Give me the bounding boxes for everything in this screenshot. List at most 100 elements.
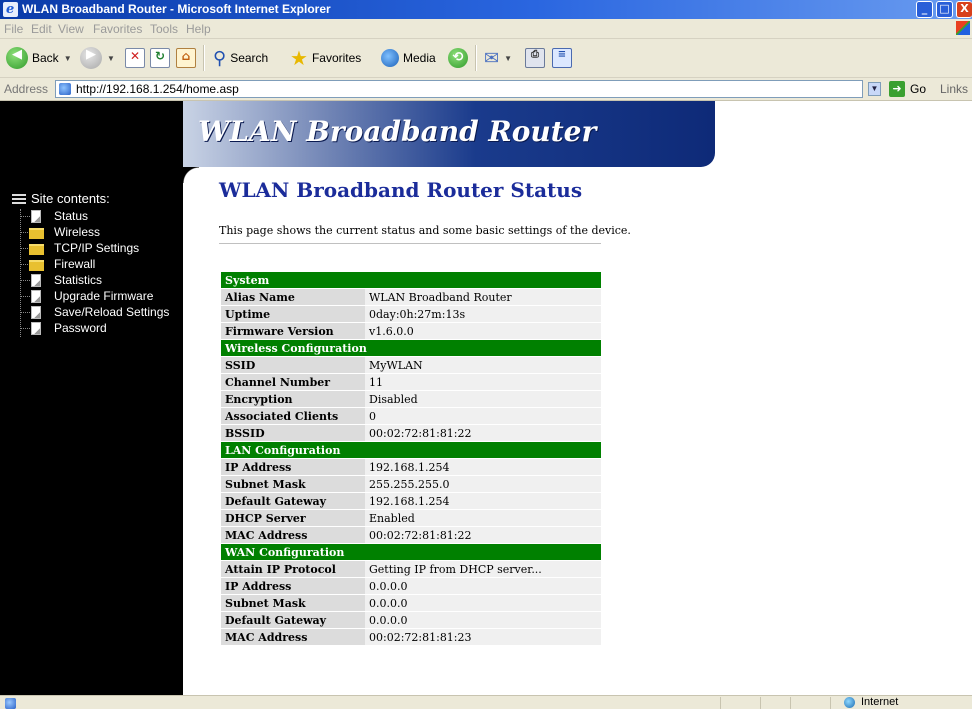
banner-corner [183,167,199,183]
row-value: 0.0.0.0 [365,595,601,611]
table-row: MAC Address 00:02:72:81:81:23 [221,629,601,645]
go-arrow-icon: ➜ [889,81,905,97]
section-header-lan: LAN Configuration [221,442,601,458]
row-value: v1.6.0.0 [365,323,601,339]
row-label: Alias Name [221,289,365,305]
sidebar-item-label: Status [54,209,89,223]
row-label: Default Gateway [221,612,365,628]
table-row: Firmware Version v1.6.0.0 [221,323,601,339]
sidebar-item-label: Save/Reload Settings [54,305,170,319]
back-label: Back [32,51,59,65]
menu-tools[interactable]: Tools [150,22,178,36]
sidebar-item-label: Password [54,321,107,335]
banner-title: WLAN Broadband Router [198,115,597,148]
tree-root-icon [12,194,26,204]
menu-bar: File Edit View Favorites Tools Help [0,19,972,39]
media-label: Media [403,51,436,65]
row-value: Getting IP from DHCP server... [365,561,601,577]
row-value: Enabled [365,510,601,526]
refresh-button[interactable]: ↻ [150,45,170,71]
row-value: 00:02:72:81:81:23 [365,629,601,645]
forward-button[interactable]: ▶ ▼ [80,45,115,71]
table-row: DHCP Server Enabled [221,510,601,526]
statusbar-divider [760,697,761,709]
security-zone: Internet [838,696,898,708]
table-row: BSSID 00:02:72:81:81:22 [221,425,601,441]
favorites-button[interactable]: ★ Favorites [290,45,361,71]
document-icon [31,290,41,303]
folder-icon [29,228,44,239]
back-dropdown-icon[interactable]: ▼ [64,54,72,63]
stop-button[interactable]: ✕ [125,45,145,71]
go-label: Go [910,82,927,96]
history-button[interactable]: ⟲ [448,45,468,71]
back-button[interactable]: ◀ Back ▼ [6,45,72,71]
mail-dropdown-icon[interactable]: ▼ [504,54,512,63]
search-button[interactable]: ⚲ Search [213,45,268,71]
table-row: Alias Name WLAN Broadband Router [221,289,601,305]
ie-logo-icon: e [3,2,18,17]
statusbar-divider [720,697,721,709]
tree-connector [20,209,21,337]
edit-button[interactable]: ≡ [552,45,572,71]
address-label: Address [4,82,49,96]
windows-logo-icon [956,21,970,35]
row-value: 11 [365,374,601,390]
row-label: BSSID [221,425,365,441]
window-title: WLAN Broadband Router - Microsoft Intern… [22,2,331,16]
search-icon: ⚲ [213,47,227,68]
row-value: Disabled [365,391,601,407]
menu-view[interactable]: View [58,22,84,36]
document-icon [31,306,41,319]
menu-favorites[interactable]: Favorites [93,22,142,36]
row-label: SSID [221,357,365,373]
table-row: IP Address 0.0.0.0 [221,578,601,594]
row-value: WLAN Broadband Router [365,289,601,305]
window-title-bar: e WLAN Broadband Router - Microsoft Inte… [0,0,972,19]
mail-button[interactable]: ✉ ▼ [484,45,512,71]
zone-label: Internet [861,696,899,708]
home-button[interactable]: ⌂ [176,45,196,71]
table-row: Subnet Mask 255.255.255.0 [221,476,601,492]
table-row: Uptime 0day:0h:27m:13s [221,306,601,322]
menu-help[interactable]: Help [186,22,211,36]
row-label: DHCP Server [221,510,365,526]
row-label: IP Address [221,459,365,475]
print-button[interactable]: ⎙ [525,45,545,71]
address-dropdown-icon[interactable]: ▼ [868,82,881,96]
search-label: Search [230,51,269,65]
minimize-button[interactable]: _ [916,1,933,18]
sidebar-item-label: Firewall [54,257,96,271]
row-value: 192.168.1.254 [365,493,601,509]
address-bar: Address http://192.168.1.254/home.asp ▼ … [0,78,972,101]
page-banner: WLAN Broadband Router [183,101,715,167]
folder-icon [29,244,44,255]
row-label: Associated Clients [221,408,365,424]
go-button[interactable]: ➜ Go [889,81,926,97]
row-value: 00:02:72:81:81:22 [365,425,601,441]
maximize-button[interactable]: □ [936,1,953,18]
status-table: System Alias Name WLAN Broadband Router U… [221,271,601,646]
page-status-icon [5,698,16,709]
toolbar: ◀ Back ▼ ▶ ▼ ✕ ↻ ⌂ ⚲ Search ★ Favorites … [0,39,972,78]
links-button[interactable]: Links [940,82,968,96]
folder-icon [29,260,44,271]
row-label: Subnet Mask [221,476,365,492]
mail-icon: ✉ [484,47,500,68]
section-header-wan: WAN Configuration [221,544,601,560]
menu-edit[interactable]: Edit [31,22,52,36]
table-row: Default Gateway 0.0.0.0 [221,612,601,628]
forward-dropdown-icon[interactable]: ▼ [107,54,115,63]
row-label: Firmware Version [221,323,365,339]
section-header-wireless: Wireless Configuration [221,340,601,356]
row-value: 0day:0h:27m:13s [365,306,601,322]
row-value: 00:02:72:81:81:22 [365,527,601,543]
back-arrow-icon: ◀ [6,47,28,69]
media-button[interactable]: Media [381,45,436,71]
address-input[interactable]: http://192.168.1.254/home.asp [55,80,863,98]
close-button[interactable]: X [956,1,972,18]
page-icon [59,83,71,95]
favorites-label: Favorites [311,51,362,65]
table-row: SSID MyWLAN [221,357,601,373]
menu-file[interactable]: File [4,22,23,36]
